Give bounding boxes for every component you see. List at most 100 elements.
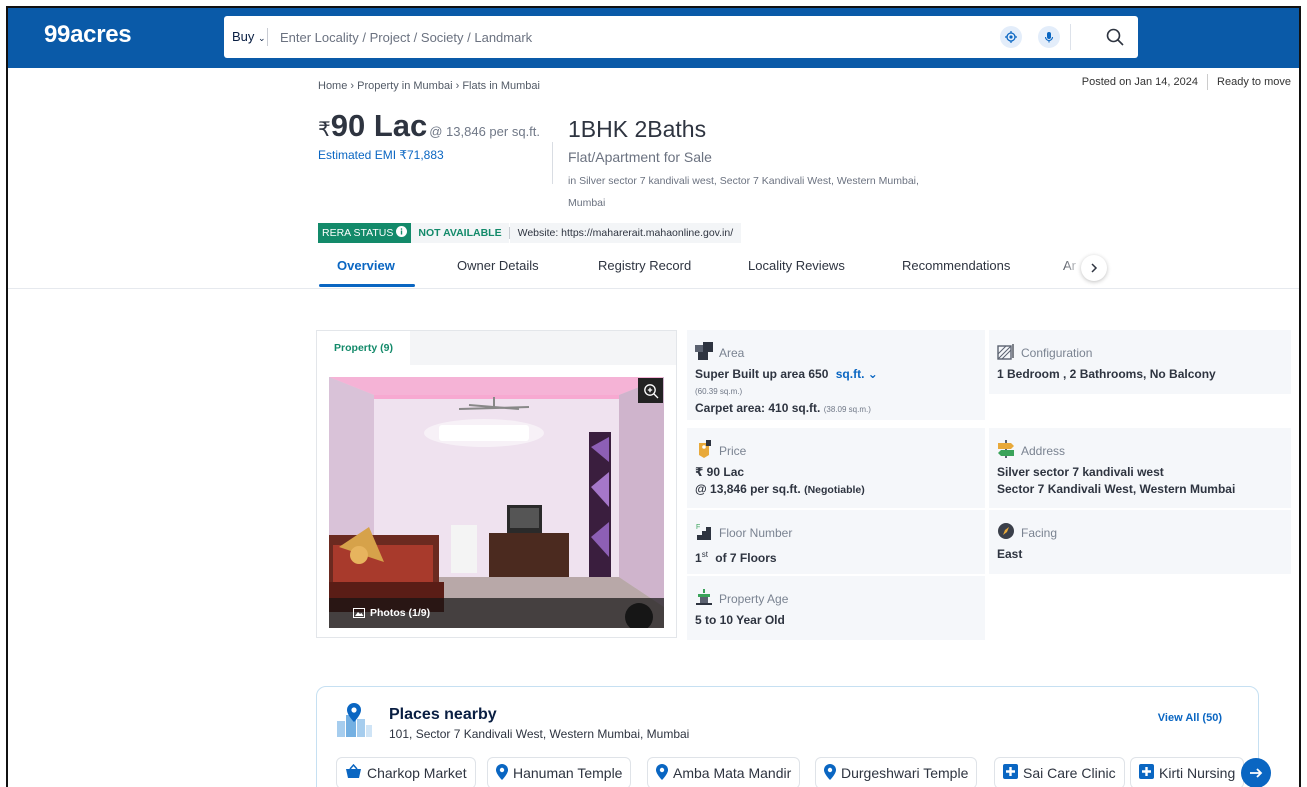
tab-locality-reviews[interactable]: Locality Reviews: [748, 258, 845, 273]
emi-link[interactable]: Estimated EMI ₹71,883: [318, 148, 540, 162]
place-name: Amba Mata Mandir: [673, 765, 792, 781]
location-pin-icon: [656, 763, 668, 783]
detail-configuration: Configuration 1 Bedroom , 2 Bathrooms, N…: [989, 330, 1291, 394]
search-icon[interactable]: [1102, 24, 1128, 50]
room-photo-illustration: [329, 377, 664, 628]
page-frame: 99acres Buy ⌄ Home › Property in Mumbai …: [6, 6, 1301, 787]
places-nearby-card: Places nearby 101, Sector 7 Kandivali We…: [316, 686, 1271, 787]
negotiable-note: (Negotiable): [804, 484, 865, 496]
address-line2: Sector 7 Kandivali West, Western Mumbai: [997, 482, 1236, 496]
carpet-area-sqm: (38.09 sq.m.): [823, 405, 871, 414]
photos-counter[interactable]: Photos (1/9): [329, 598, 664, 628]
search-input[interactable]: [280, 24, 980, 50]
age-value: 5 to 10 Year Old: [695, 613, 785, 627]
logo[interactable]: 99acres: [44, 21, 132, 49]
detail-property-age: Property Age 5 to 10 Year Old: [687, 576, 985, 640]
floor-value: 1st of 7 Floors: [695, 546, 977, 567]
posting-info: Posted on Jan 14, 2024 Ready to move: [1082, 74, 1291, 90]
address-label-row: Address: [997, 440, 1283, 461]
chevron-right-icon[interactable]: [1081, 255, 1107, 281]
price-per-value: @ 13,846 per sq.ft.: [695, 482, 801, 496]
place-chip[interactable]: Amba Mata Mandir: [647, 757, 801, 787]
place-name: Durgeshwari Temple: [841, 765, 969, 781]
compass-icon: [997, 522, 1015, 543]
breadcrumb-property-mumbai[interactable]: Property in Mumbai: [357, 80, 452, 92]
place-chip[interactable]: Kirti Nursing: [1130, 757, 1245, 787]
breadcrumb-flats-mumbai[interactable]: Flats in Mumbai: [462, 80, 540, 92]
price-amount: 90 Lac: [330, 108, 428, 143]
possession-status: Ready to move: [1217, 76, 1291, 88]
price-label-row: Price: [695, 440, 977, 461]
tab-overview[interactable]: Overview: [337, 258, 395, 273]
divider: [267, 28, 268, 46]
floor-label: Floor Number: [719, 525, 793, 540]
rera-availability: NOT AVAILABLE: [411, 223, 509, 243]
place-chip[interactable]: Charkop Market: [336, 757, 476, 787]
place-name: Kirti Nursing: [1159, 765, 1236, 781]
active-tab-indicator: [319, 284, 415, 287]
arrow-right-icon[interactable]: [1241, 758, 1271, 787]
price-per-row: @ 13,846 per sq.ft. (Negotiable): [695, 481, 977, 499]
hospital-cross-icon: [1003, 764, 1018, 782]
info-icon[interactable]: [396, 226, 408, 240]
configuration-label-row: Configuration: [997, 342, 1283, 363]
microphone-icon[interactable]: [1038, 26, 1060, 48]
property-photo[interactable]: Photos (1/9): [329, 377, 664, 628]
section-tabs: Overview Owner Details Registry Record L…: [319, 250, 1119, 288]
unit-label: sq.ft.: [835, 367, 865, 381]
configuration-icon: [997, 342, 1015, 363]
area-value: Super Built up area 650 sq.ft. ⌄ (60.39 …: [695, 366, 977, 418]
chevron-down-icon: ⌄: [867, 367, 878, 381]
address-value: Silver sector 7 kandivali west Sector 7 …: [997, 464, 1283, 498]
hospital-cross-icon: [1139, 764, 1154, 782]
gallery-tab-property[interactable]: Property (9): [317, 331, 410, 365]
rera-website: Website: https://maharerait.mahaonline.g…: [509, 223, 742, 243]
rera-label: RERA STATUS: [322, 227, 394, 239]
divider: [8, 288, 1299, 289]
floor-stairs-icon: F: [695, 522, 713, 543]
place-name: Hanuman Temple: [513, 765, 623, 781]
unit-selector[interactable]: sq.ft. ⌄: [836, 367, 878, 381]
buy-dropdown[interactable]: Buy ⌄: [232, 29, 266, 44]
tab-fade: [1059, 250, 1083, 286]
detail-facing: Facing East: [989, 510, 1291, 574]
tab-owner-details[interactable]: Owner Details: [457, 258, 539, 273]
property-address: in Silver sector 7 kandivali west, Secto…: [568, 175, 919, 209]
price-block: ₹ 90 Lac @ 13,846 per sq.ft. Estimated E…: [318, 108, 540, 162]
currency-symbol: ₹: [318, 119, 331, 141]
price-per-sqft: @ 13,846 per sq.ft.: [429, 124, 541, 139]
age-label-row: Property Age: [695, 588, 977, 609]
location-target-icon[interactable]: [1000, 26, 1022, 48]
location-pin-icon: [496, 763, 508, 783]
carpet-area-row: Carpet area: 410 sq.ft. (38.09 sq.m.): [695, 400, 977, 418]
super-built-area: Super Built up area 650: [695, 367, 829, 381]
floor-total: of 7 Floors: [715, 551, 777, 565]
place-name: Charkop Market: [367, 765, 467, 781]
svg-text:F: F: [696, 524, 700, 531]
photo-gallery: Property (9) Photos (1/9): [316, 330, 677, 638]
facing-value: East: [997, 547, 1023, 561]
facing-label-row: Facing: [997, 522, 1283, 543]
configuration-value: 1 Bedroom , 2 Bathrooms, No Balcony: [997, 367, 1216, 381]
tab-recommendations[interactable]: Recommendations: [902, 258, 1010, 273]
breadcrumb-home[interactable]: Home: [318, 80, 347, 92]
listing-title-block: 1BHK 2Baths Flat/Apartment for Sale in S…: [568, 116, 928, 214]
view-all-link[interactable]: View All (50): [1158, 712, 1222, 724]
places-nearby-title: Places nearby: [389, 706, 497, 723]
place-chip[interactable]: Sai Care Clinic: [994, 757, 1125, 787]
place-chip[interactable]: Durgeshwari Temple: [815, 757, 978, 787]
search-bar: Buy ⌄: [224, 16, 1138, 58]
facing-label: Facing: [1021, 525, 1058, 540]
places-nearby-address: 101, Sector 7 Kandivali West, Western Mu…: [389, 727, 690, 741]
configuration-label: Configuration: [1021, 345, 1093, 360]
chevron-down-icon: ⌄: [258, 33, 266, 43]
address-label: Address: [1021, 443, 1066, 458]
area-label-row: Area: [695, 342, 977, 363]
gallery-tabs: Property (9): [317, 331, 676, 365]
detail-address: Address Silver sector 7 kandivali west S…: [989, 428, 1291, 508]
tab-registry-record[interactable]: Registry Record: [598, 258, 691, 273]
zoom-in-icon[interactable]: [638, 378, 663, 403]
image-icon: [353, 608, 365, 618]
place-chip[interactable]: Hanuman Temple: [487, 757, 632, 787]
detail-floor: F Floor Number 1st of 7 Floors: [687, 510, 985, 574]
